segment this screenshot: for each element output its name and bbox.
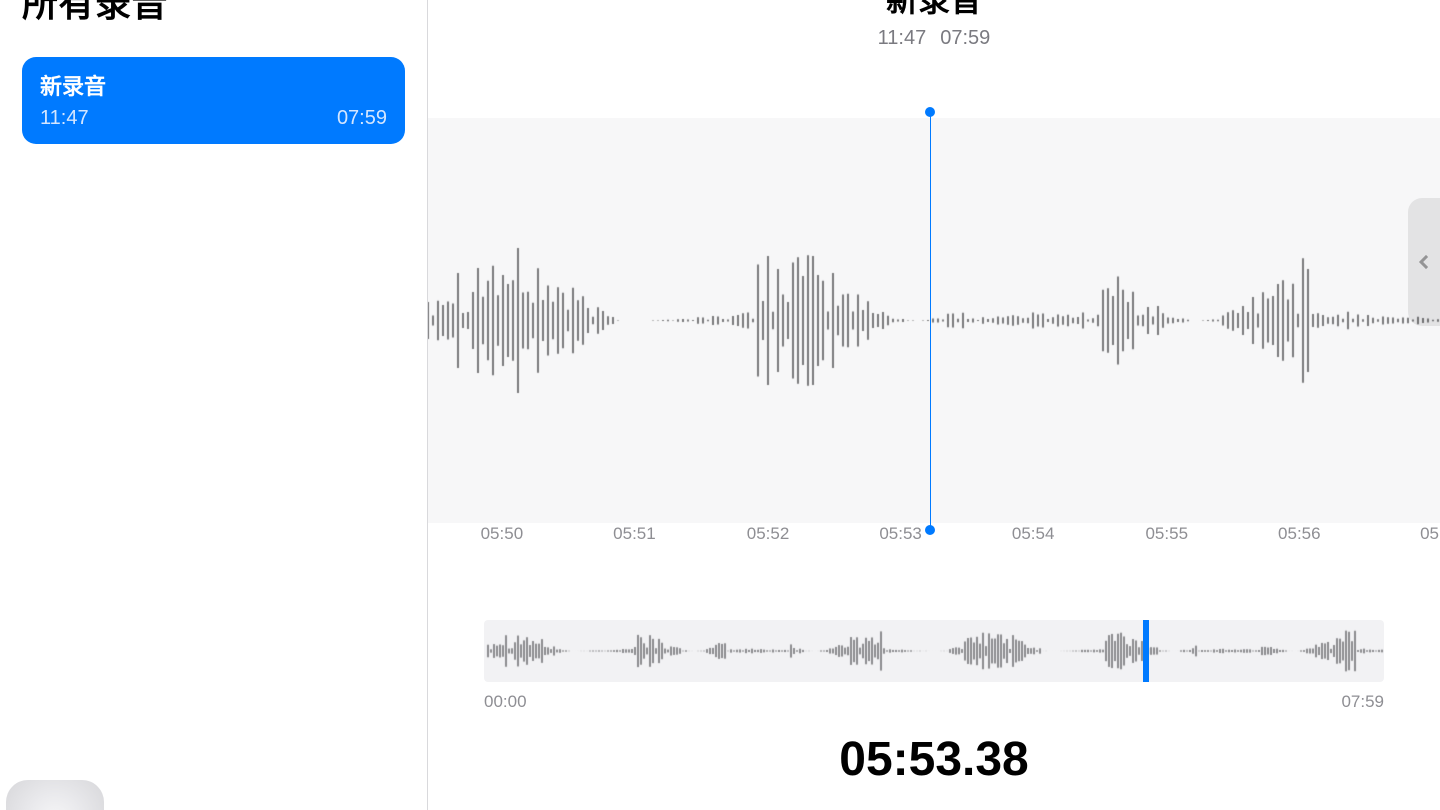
recording-list-item[interactable]: 新录音 11:47 07:59: [22, 57, 405, 144]
sidebar-title: 所有录音: [22, 0, 405, 27]
current-time: 05:53.38: [428, 732, 1440, 787]
waveform-canvas: [428, 118, 1440, 523]
timeline-tick: 05:54: [1012, 524, 1055, 544]
timeline-ticks: 05:50 05:51 05:52 05:53 05:54 05:55 05:56 05:: [428, 524, 1440, 564]
edge-tab[interactable]: [1408, 198, 1440, 326]
timeline-tick: 05:53: [879, 524, 922, 544]
timeline-tick: 05:51: [613, 524, 656, 544]
recording-time: 11:47: [40, 107, 89, 130]
timeline-tick: 05:56: [1278, 524, 1321, 544]
playhead-dot-top: [925, 107, 935, 117]
sidebar: 所有录音 新录音 11:47 07:59: [0, 0, 428, 810]
recording-duration: 07:59: [337, 107, 387, 130]
recording-title: 新录音: [40, 69, 387, 101]
timeline-tick: 05:55: [1145, 524, 1188, 544]
main-total-duration: 07:59: [940, 27, 990, 49]
overview-wrap: 00:00 07:59: [484, 620, 1384, 712]
timeline-tick: 05:52: [747, 524, 790, 544]
overview-canvas: [484, 620, 1384, 682]
main-title: 新录音: [428, 0, 1440, 21]
main-subtimes: 11:47 07:59: [428, 27, 1440, 50]
chevron-left-icon: [1419, 255, 1433, 269]
record-button[interactable]: [6, 780, 104, 810]
overview-end-label: 07:59: [1341, 692, 1384, 712]
playhead[interactable]: [930, 112, 931, 530]
timeline-tick: 05:: [1420, 524, 1440, 544]
main-recorded-at: 11:47: [878, 27, 927, 49]
main-panel: 新录音 11:47 07:59 05:50 05:51 05:52 05:53 05:54…: [428, 0, 1440, 810]
overview-start-label: 00:00: [484, 692, 527, 712]
overview-handle[interactable]: [1143, 620, 1149, 682]
overview-strip[interactable]: [484, 620, 1384, 682]
waveform-area[interactable]: [428, 118, 1440, 523]
timeline-tick: 05:50: [481, 524, 524, 544]
